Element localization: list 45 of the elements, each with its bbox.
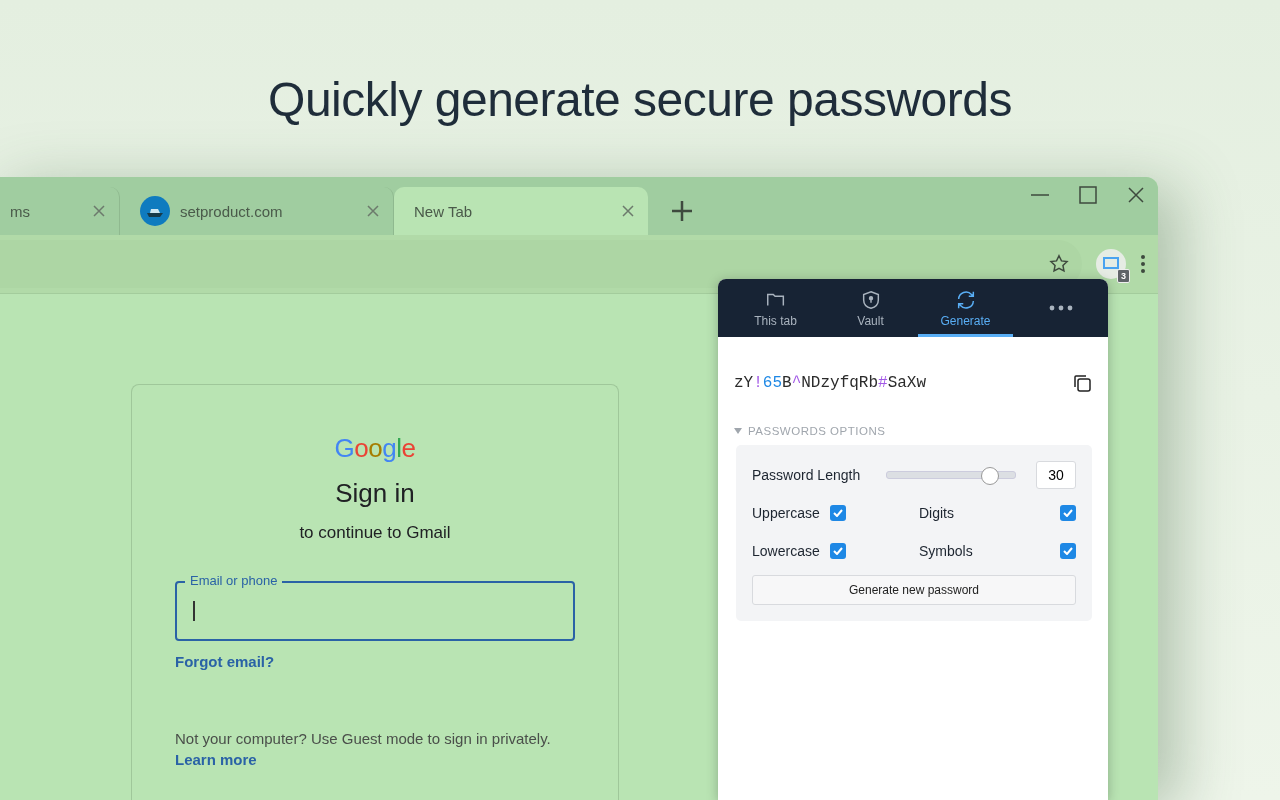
- options-title: PASSWORDS OPTIONS: [748, 425, 886, 437]
- option-label: Password Length: [752, 467, 861, 483]
- check-icon: [1063, 547, 1073, 555]
- option-label: Lowercase: [752, 543, 820, 559]
- popup-tab[interactable]: This tab: [728, 279, 823, 337]
- close-icon[interactable]: [367, 205, 379, 217]
- length-field[interactable]: 30: [1036, 461, 1076, 489]
- signin-title: Sign in: [335, 478, 415, 509]
- menu-icon[interactable]: [1140, 254, 1146, 274]
- field-label: Email or phone: [185, 573, 283, 588]
- forgot-email-link[interactable]: Forgot email?: [175, 653, 275, 670]
- window-icon: [1103, 257, 1119, 271]
- logo: Google: [334, 433, 416, 464]
- option-label: Digits: [919, 505, 954, 521]
- popup-tab[interactable]: Vault: [823, 279, 918, 337]
- generate-button[interactable]: Generate new password: [752, 575, 1076, 605]
- learn-more-link[interactable]: Learn more: [175, 751, 257, 768]
- check-icon: [832, 547, 843, 555]
- more-icon[interactable]: [1048, 305, 1073, 311]
- count-badge: 3: [1117, 269, 1130, 283]
- address-bar[interactable]: [0, 240, 1082, 288]
- checkbox[interactable]: [1060, 505, 1076, 521]
- star-icon[interactable]: [1048, 253, 1070, 275]
- caret-icon[interactable]: [734, 428, 742, 434]
- guest-mode-note: Not your computer? Use Guest mode to sign in privately.: [175, 730, 551, 747]
- headline: Quickly generate secure passwords: [267, 72, 1013, 128]
- slider-thumb[interactable]: [981, 467, 1000, 485]
- length-slider[interactable]: [886, 466, 1016, 484]
- close-icon[interactable]: [93, 205, 105, 217]
- close-icon[interactable]: [622, 205, 634, 217]
- browser-tab[interactable]: New Tab: [394, 187, 648, 235]
- copy-icon[interactable]: [1072, 373, 1092, 393]
- option-label: Symbols: [919, 543, 973, 559]
- popup-tab[interactable]: Generate: [918, 279, 1013, 337]
- option-label: Uppercase: [752, 505, 820, 521]
- plus-icon[interactable]: [670, 199, 694, 223]
- password-text: zY!65B^NDzyfqRb#SaXw: [734, 374, 927, 392]
- maximize-icon[interactable]: [1078, 185, 1098, 205]
- signin-subtitle: to continue to Gmail: [299, 523, 451, 543]
- check-icon: [1063, 509, 1073, 517]
- checkbox[interactable]: [829, 543, 846, 559]
- close-icon[interactable]: [1126, 185, 1146, 205]
- checkbox[interactable]: [829, 505, 846, 521]
- check-icon: [832, 509, 843, 517]
- checkbox[interactable]: [1060, 543, 1076, 559]
